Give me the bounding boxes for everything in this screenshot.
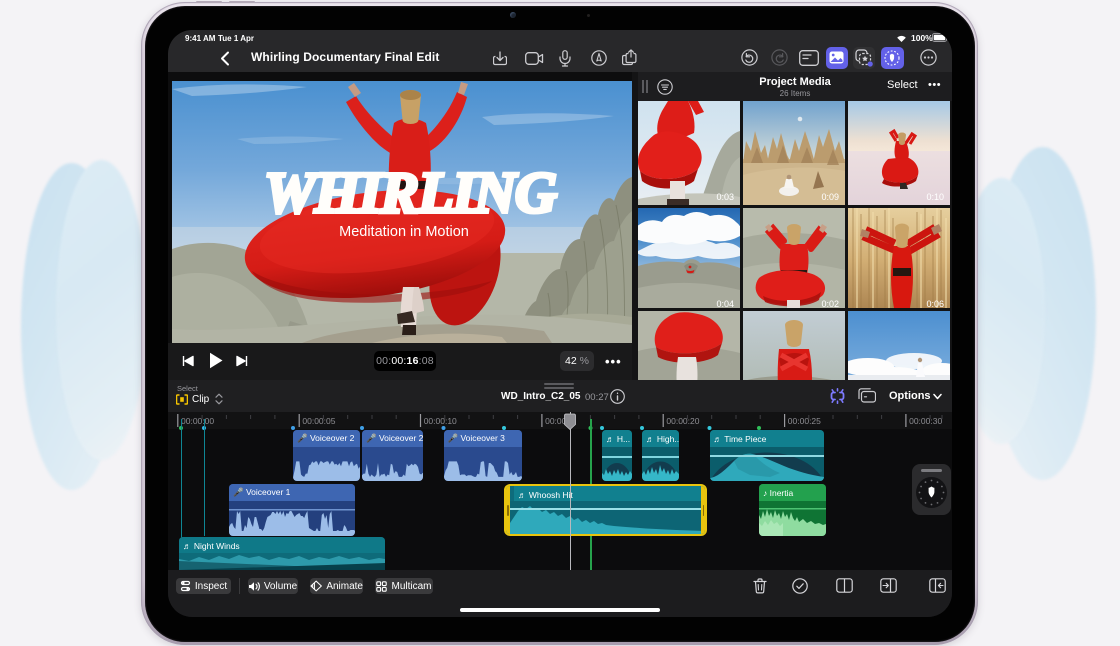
svg-text:0:02: 0:02: [821, 299, 839, 308]
svg-text:00:00:25: 00:00:25: [788, 416, 821, 426]
svg-text:00:00:00: 00:00:00: [181, 416, 214, 426]
svg-text:00:00:10: 00:00:10: [424, 416, 457, 426]
svg-text:Meditation in Motion: Meditation in Motion: [339, 224, 469, 240]
svg-text:0:03: 0:03: [716, 192, 734, 202]
svg-text:00:00:05: 00:00:05: [302, 416, 335, 426]
svg-text:0:06: 0:06: [926, 299, 944, 308]
svg-text:0:10: 0:10: [926, 192, 944, 202]
svg-text:0:09: 0:09: [821, 192, 839, 202]
svg-text:00:00:20: 00:00:20: [666, 416, 699, 426]
svg-text:0:04: 0:04: [716, 299, 734, 308]
svg-text:00:00:30: 00:00:30: [909, 416, 942, 426]
svg-text:WHIRLING: WHIRLING: [264, 160, 557, 225]
